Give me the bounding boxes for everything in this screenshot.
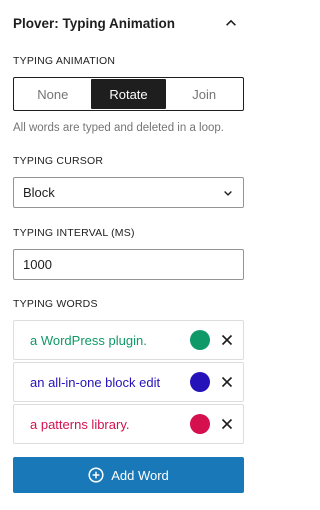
word-item[interactable]: a patterns library. bbox=[13, 404, 244, 444]
chevron-up-icon[interactable] bbox=[220, 12, 242, 34]
typing-words-label: TYPING WORDS bbox=[13, 298, 98, 310]
chevron-down-icon bbox=[224, 190, 232, 196]
panel-header[interactable]: Plover: Typing Animation bbox=[0, 0, 258, 46]
word-text[interactable]: an all-in-one block edit bbox=[30, 375, 182, 390]
panel-title: Plover: Typing Animation bbox=[13, 15, 176, 31]
color-swatch[interactable] bbox=[190, 330, 210, 350]
typing-cursor-value: Block bbox=[23, 185, 55, 200]
close-icon[interactable] bbox=[220, 333, 234, 347]
close-icon[interactable] bbox=[220, 417, 234, 431]
option-none[interactable]: None bbox=[15, 79, 91, 109]
settings-panel: Plover: Typing Animation TYPING ANIMATIO… bbox=[0, 0, 258, 510]
word-item[interactable]: a WordPress plugin. bbox=[13, 320, 244, 360]
color-swatch[interactable] bbox=[190, 372, 210, 392]
word-text[interactable]: a WordPress plugin. bbox=[30, 333, 182, 348]
add-word-label: Add Word bbox=[111, 467, 169, 483]
option-join[interactable]: Join bbox=[166, 79, 242, 109]
typing-interval-value: 1000 bbox=[23, 257, 52, 272]
word-text[interactable]: a patterns library. bbox=[30, 417, 182, 432]
plus-circle-icon bbox=[88, 467, 104, 483]
typing-animation-label: TYPING ANIMATION bbox=[13, 55, 116, 67]
color-swatch[interactable] bbox=[190, 414, 210, 434]
typing-interval-input[interactable]: 1000 bbox=[13, 249, 244, 280]
typing-cursor-select[interactable]: Block bbox=[13, 177, 244, 208]
word-item[interactable]: an all-in-one block edit bbox=[13, 362, 244, 402]
typing-animation-help: All words are typed and deleted in a loo… bbox=[13, 122, 224, 134]
close-icon[interactable] bbox=[220, 375, 234, 389]
typing-animation-toggle-group: None Rotate Join bbox=[13, 77, 244, 111]
option-rotate[interactable]: Rotate bbox=[90, 79, 167, 109]
typing-interval-label: TYPING INTERVAL (MS) bbox=[13, 227, 135, 239]
typing-cursor-label: TYPING CURSOR bbox=[13, 155, 104, 167]
add-word-button[interactable]: Add Word bbox=[13, 457, 244, 493]
